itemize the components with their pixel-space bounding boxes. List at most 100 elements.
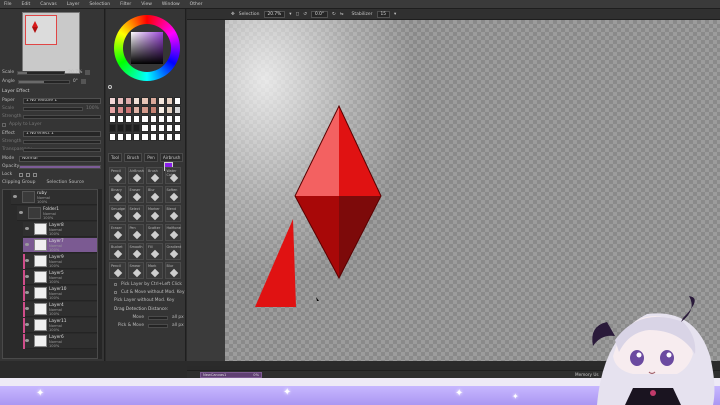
zoom-down-icon[interactable]: ▾ [289, 12, 291, 17]
pick-move-slider[interactable] [148, 323, 168, 328]
tool-eraser[interactable]: Eraser [127, 186, 144, 203]
angle-reset-button[interactable] [80, 79, 86, 84]
color-swatch[interactable] [173, 97, 181, 105]
tool-smudge[interactable]: Smudge [109, 205, 126, 222]
color-wheel[interactable] [114, 15, 180, 81]
selection-source-checkbox-label[interactable]: Selection Source [46, 180, 84, 185]
color-swatch[interactable] [141, 115, 149, 123]
tool-pencil[interactable]: Pencil [109, 262, 126, 279]
scale-reset-button[interactable] [85, 70, 91, 75]
color-swatch[interactable] [165, 133, 173, 141]
layer-item[interactable]: Layer5 Normal 100% [23, 270, 97, 285]
stabilizer-field[interactable]: 15 [376, 10, 390, 18]
angle-field[interactable]: 0.0° [310, 10, 328, 18]
color-mode-radio[interactable] [108, 85, 112, 89]
eye-icon[interactable] [25, 291, 29, 294]
tool-blur[interactable]: Blur [164, 262, 181, 279]
eye-icon[interactable] [25, 259, 29, 262]
angle-slider[interactable] [17, 79, 70, 84]
tool-airbrush[interactable]: AirBrush [127, 167, 144, 184]
color-swatch[interactable] [109, 133, 117, 141]
color-swatch[interactable] [173, 124, 181, 132]
layer-item[interactable]: Layer7 Normal 100% [23, 238, 97, 253]
color-swatch[interactable] [173, 106, 181, 114]
zoom-field[interactable]: 20.7% [263, 10, 286, 18]
flip-icon[interactable]: ⇋ [340, 12, 344, 17]
cut-move-option[interactable]: Cut & Move without Mod. Key [114, 290, 184, 295]
paper-select[interactable]: 1 No Texture 1 [23, 97, 101, 104]
color-swatch[interactable] [109, 115, 117, 123]
transparency-slider[interactable] [23, 147, 101, 152]
color-swatch[interactable] [157, 106, 165, 114]
color-swatch[interactable] [125, 106, 133, 114]
color-swatch[interactable] [125, 97, 133, 105]
eye-icon[interactable] [25, 307, 29, 310]
tool-eraser[interactable]: Eraser [109, 224, 126, 241]
menu-window[interactable]: Window [162, 2, 180, 7]
tool-fill[interactable]: Fill [146, 243, 163, 260]
rotate-left-icon[interactable]: ↺ [303, 12, 307, 17]
color-swatch[interactable] [165, 124, 173, 132]
layer-item[interactable]: Layer8 Normal 100% [23, 222, 97, 237]
color-swatch[interactable] [157, 115, 165, 123]
layer-item[interactable]: Layer6 Normal 100% [23, 334, 97, 349]
tool-binary[interactable]: Binary [109, 186, 126, 203]
pick-layer2-option[interactable]: Pick Layer without Mod. Key [114, 298, 174, 303]
color-swatch[interactable] [133, 115, 141, 123]
tool-scatter[interactable]: Scatter [146, 224, 163, 241]
tool-halftone[interactable]: Halftone [164, 224, 181, 241]
color-swatch[interactable] [141, 133, 149, 141]
paper-scale-slider[interactable] [23, 106, 83, 111]
tool-pencil[interactable]: Pencil [109, 167, 126, 184]
color-swatch[interactable] [109, 124, 117, 132]
menu-edit[interactable]: Edit [22, 2, 31, 7]
color-swatch[interactable] [173, 115, 181, 123]
ruby-gem[interactable] [294, 104, 382, 280]
tool-water-color[interactable]: Water Color [164, 167, 181, 184]
tool-blend[interactable]: Blend [164, 205, 181, 222]
scale-slider[interactable] [17, 70, 66, 75]
effect-strength-slider[interactable] [23, 139, 101, 144]
color-swatch[interactable] [149, 97, 157, 105]
apply-layer-checkbox[interactable] [2, 122, 6, 127]
eye-icon[interactable] [13, 195, 17, 198]
color-swatch[interactable] [165, 106, 173, 114]
color-saturation-square[interactable] [131, 32, 163, 64]
tool-mark[interactable]: Mark [146, 262, 163, 279]
effect-select[interactable]: 1 No effect 1 [23, 130, 101, 137]
tool-select[interactable]: Select [127, 205, 144, 222]
color-swatch[interactable] [149, 124, 157, 132]
color-swatch[interactable] [109, 97, 117, 105]
menu-layer[interactable]: Layer [67, 2, 80, 7]
tool-tab-airbrush[interactable]: Airbrush [159, 153, 184, 162]
tool-tab-pen[interactable]: Pen [144, 153, 158, 162]
tool-blur[interactable]: Blur [146, 186, 163, 203]
move-slider[interactable] [148, 315, 168, 320]
color-swatch[interactable] [125, 133, 133, 141]
color-swatch[interactable] [117, 133, 125, 141]
color-swatch[interactable] [149, 106, 157, 114]
menu-filter[interactable]: Filter [120, 2, 131, 7]
color-swatch[interactable] [157, 133, 165, 141]
navigator-viewport-frame[interactable] [25, 15, 57, 45]
triangle-shard[interactable] [255, 219, 296, 307]
tool-pen[interactable]: Pen [127, 224, 144, 241]
paper-strength-slider[interactable] [23, 114, 101, 119]
zoom-reset-icon[interactable]: ◻ [295, 12, 299, 17]
layer-item[interactable]: Layer4 Normal 100% [23, 302, 97, 317]
eye-icon[interactable] [19, 211, 23, 214]
color-swatch[interactable] [125, 115, 133, 123]
color-swatch[interactable] [133, 106, 141, 114]
color-swatch[interactable] [133, 133, 141, 141]
eye-icon[interactable] [25, 323, 29, 326]
eye-icon[interactable] [25, 243, 29, 246]
color-swatch[interactable] [165, 115, 173, 123]
layer-item[interactable]: Layer11 Normal 100% [23, 318, 97, 333]
pick-layer-option[interactable]: Pick Layer by Ctrl+Left Click [114, 282, 182, 287]
blend-mode-select[interactable]: Normal [19, 155, 101, 162]
tool-bucket[interactable]: Bucket [109, 243, 126, 260]
color-swatch[interactable] [125, 124, 133, 132]
color-swatch[interactable] [141, 124, 149, 132]
clipping-group-checkbox-label[interactable]: Clipping Group [2, 180, 35, 185]
color-swatch[interactable] [109, 106, 117, 114]
